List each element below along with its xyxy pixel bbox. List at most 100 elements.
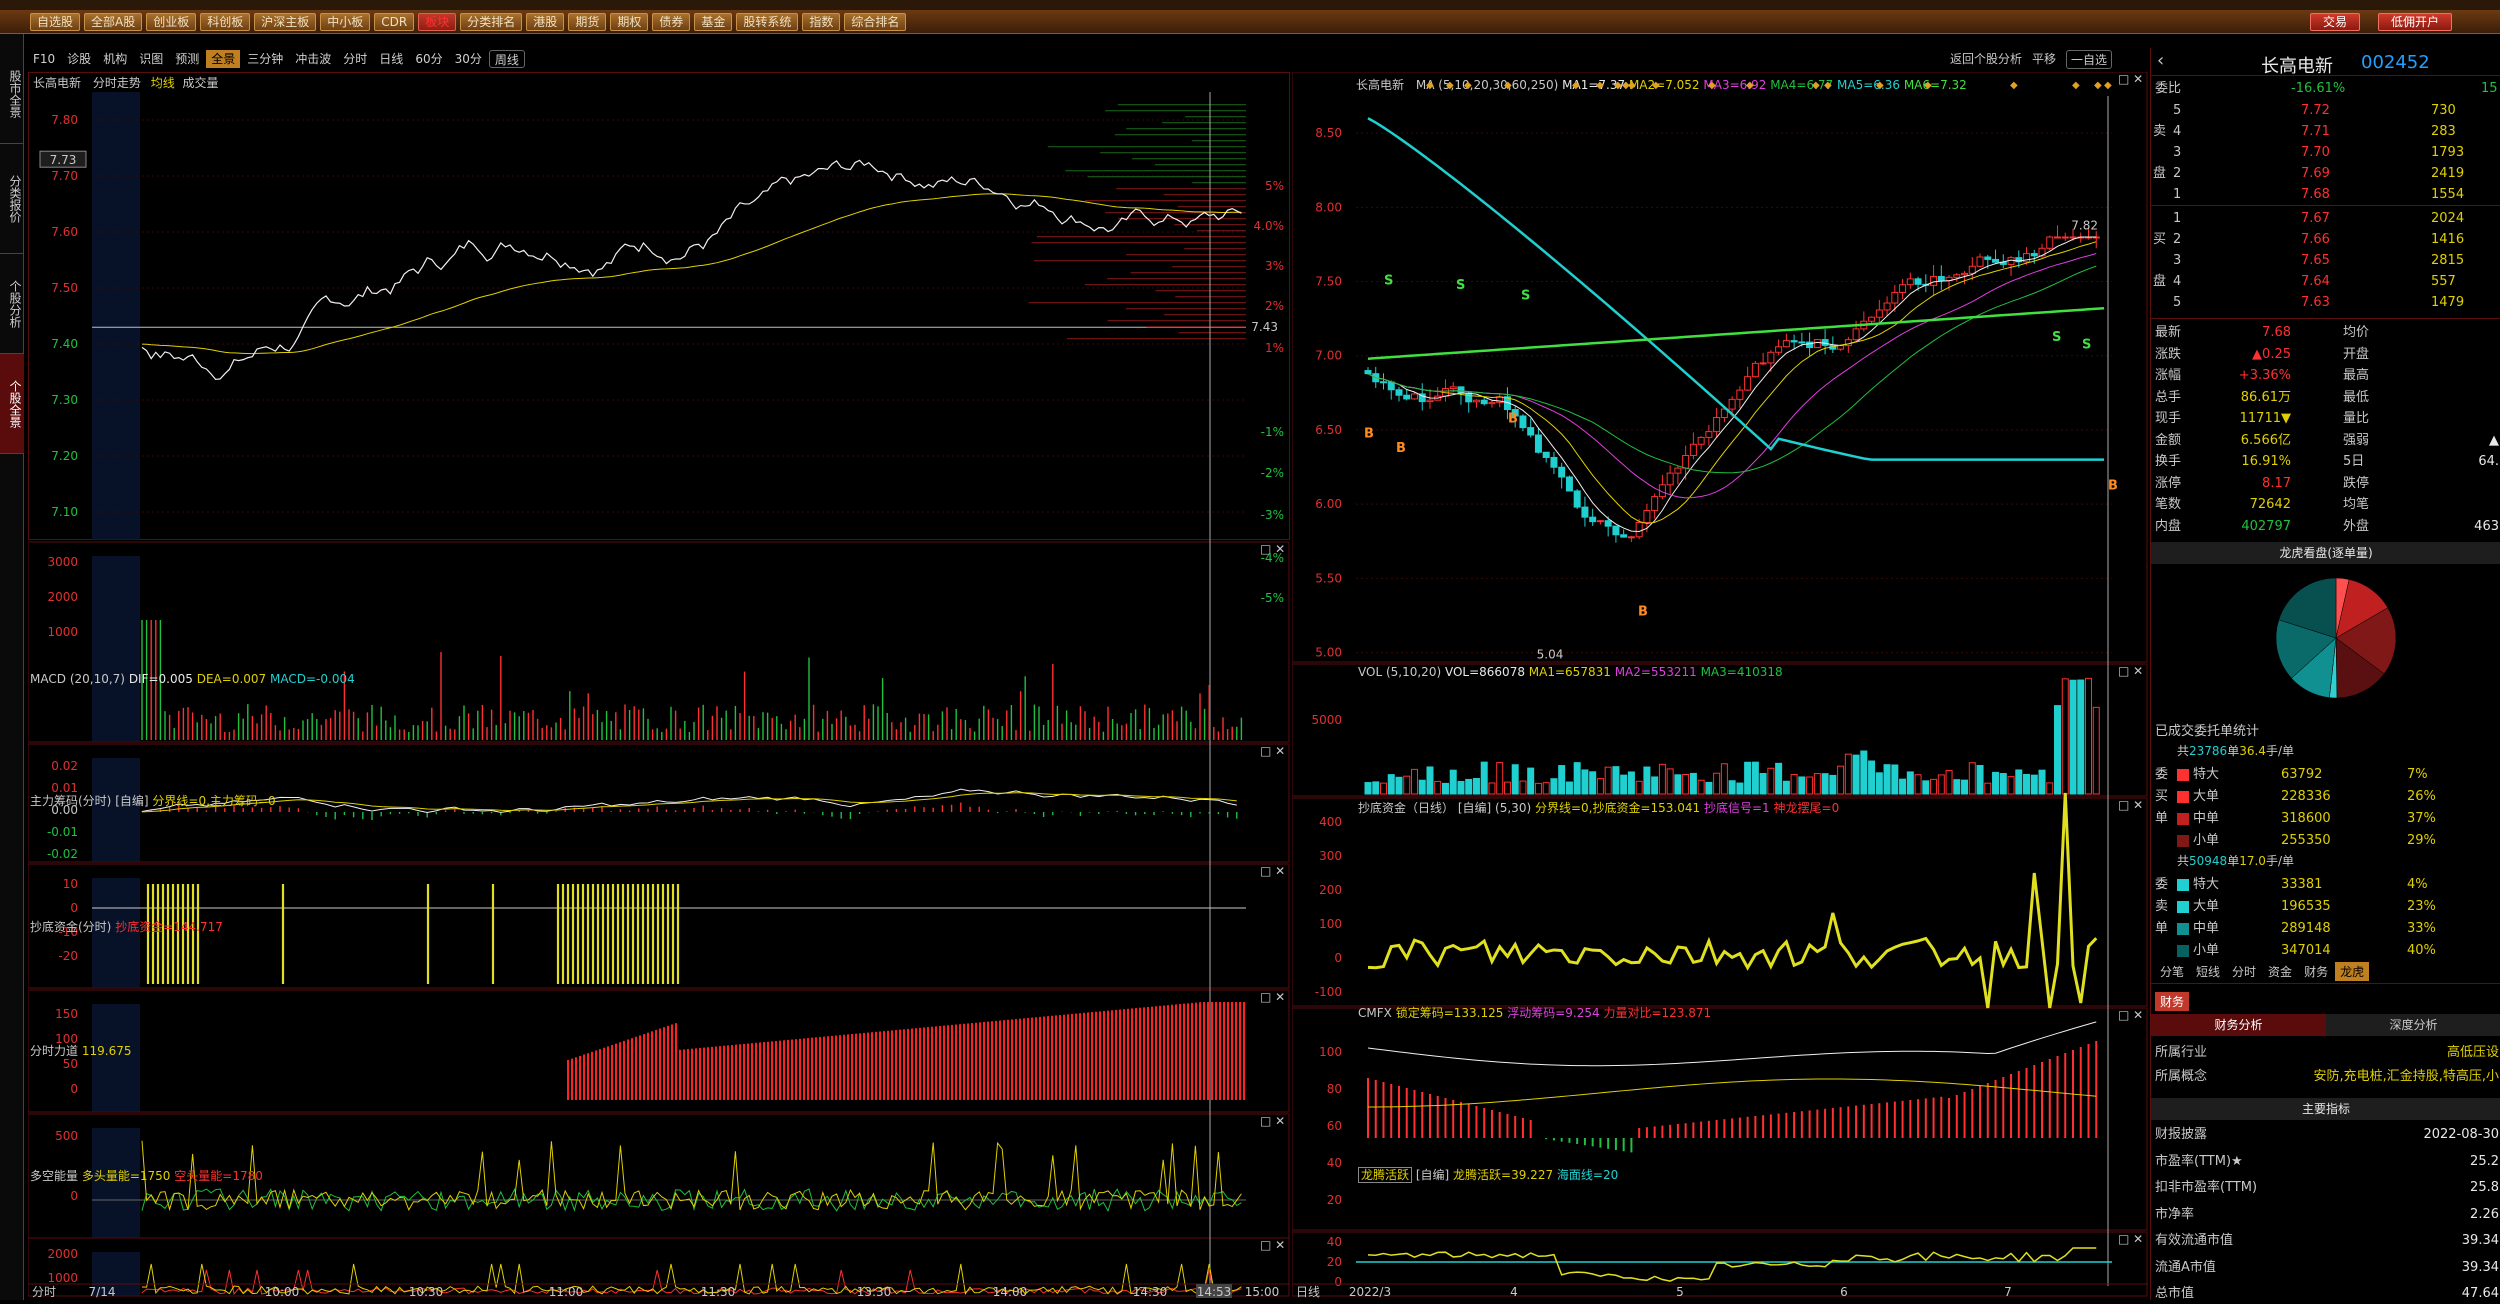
event-marker-icon[interactable]: ◆ <box>2104 80 2112 91</box>
event-marker-icon[interactable]: ◆ <box>1652 80 1660 91</box>
vtab-market[interactable]: 股市全景 <box>0 44 24 144</box>
quote-tab-3[interactable]: 资金 <box>2263 962 2297 981</box>
pane-controls-icon[interactable]: □ ✕ <box>1260 990 1285 1004</box>
event-marker-icon[interactable]: ◆ <box>1628 80 1636 91</box>
subbar-item-6[interactable]: 三分钟 <box>242 50 288 68</box>
subbar-item-0[interactable]: F10 <box>28 50 60 68</box>
sell-level[interactable]: 盘 2 7.69 2419 <box>2151 163 2500 184</box>
pane-controls-icon[interactable]: □ ✕ <box>1260 744 1285 758</box>
quote-tab-1[interactable]: 短线 <box>2191 962 2225 981</box>
pane-controls-icon[interactable]: □ ✕ <box>2118 1008 2143 1022</box>
metric-row: 市盈率(TTM)★ 25.2 <box>2155 1153 2499 1169</box>
subbar-item-3[interactable]: 识图 <box>134 50 168 68</box>
buy-level[interactable]: 盘 4 7.64 557 <box>2151 271 2500 292</box>
back-chevron-icon[interactable]: ‹ <box>2157 50 2164 71</box>
subbar-item-4[interactable]: 预测 <box>170 50 204 68</box>
pane-controls-icon[interactable]: □ ✕ <box>2118 664 2143 678</box>
toolbar-btn-13[interactable]: 基金 <box>694 12 733 31</box>
event-marker-icon[interactable]: ◆ <box>1746 80 1754 91</box>
pane-controls-icon[interactable]: □ ✕ <box>1260 1238 1285 1252</box>
pane-controls-icon[interactable]: □ ✕ <box>2118 72 2143 86</box>
subbar-item-12[interactable]: 周线 <box>488 50 525 68</box>
event-marker-icon[interactable]: ◆ <box>1876 80 1884 91</box>
candle-body <box>1620 534 1628 538</box>
event-marker-icon[interactable]: ◆ <box>1504 80 1512 91</box>
back-to-analysis-link[interactable]: 返回个股分析 <box>1950 50 2022 69</box>
sell-level[interactable]: 卖 4 7.71 283 <box>2151 121 2500 142</box>
toolbar-btn-16[interactable]: 综合排名 <box>844 12 907 31</box>
daily-vol-bar <box>1581 769 1589 795</box>
quote-tab-2[interactable]: 分时 <box>2227 962 2261 981</box>
toolbar-btn-15[interactable]: 指数 <box>802 12 841 31</box>
event-marker-icon[interactable]: ◆ <box>2010 80 2018 91</box>
event-marker-icon[interactable]: ◆ <box>1572 80 1580 91</box>
event-marker-icon[interactable]: ◆ <box>1464 80 1472 91</box>
toolbar-btn-3[interactable]: 科创板 <box>200 12 251 31</box>
toolbar-btn-7[interactable]: 板块 <box>418 12 457 31</box>
finance-tag[interactable]: 财务 <box>2155 992 2190 1011</box>
sell-level[interactable]: 3 7.70 1793 <box>2151 142 2500 163</box>
toolbar-btn-6[interactable]: CDR <box>374 12 415 31</box>
pane-controls-icon[interactable]: □ ✕ <box>1260 864 1285 878</box>
event-marker-icon[interactable]: ◆ <box>1824 80 1832 91</box>
toolbar-btn-14[interactable]: 股转系统 <box>736 12 799 31</box>
toolbar-btn-2[interactable]: 创业板 <box>146 12 197 31</box>
pan-link[interactable]: 平移 <box>2032 50 2056 69</box>
event-marker-icon[interactable]: ◆ <box>2072 80 2080 91</box>
subbar-item-1[interactable]: 诊股 <box>62 50 96 68</box>
event-marker-icon[interactable]: ◆ <box>1812 80 1820 91</box>
subbar-item-11[interactable]: 30分 <box>450 50 487 68</box>
buy-level[interactable]: 买 2 7.66 1416 <box>2151 229 2500 250</box>
signal-marker: B <box>2108 478 2118 493</box>
open-account-button[interactable]: 低佣开户 <box>2378 13 2453 31</box>
subbar-item-10[interactable]: 60分 <box>410 50 447 68</box>
candle-body <box>1976 256 1984 267</box>
buy-level[interactable]: 3 7.65 2815 <box>2151 250 2500 271</box>
subbar-item-9[interactable]: 日线 <box>374 50 408 68</box>
watchlist-dropdown[interactable]: 一自选 <box>2066 50 2113 69</box>
event-marker-icon[interactable]: ◆ <box>1708 80 1716 91</box>
buy-level[interactable]: 1 7.67 2024 <box>2151 208 2500 229</box>
vtab-stock-overview[interactable]: 个股全景 <box>0 354 24 454</box>
event-marker-icon[interactable]: ◆ <box>1596 80 1604 91</box>
pane-controls-icon[interactable]: □ ✕ <box>2118 1232 2143 1246</box>
toolbar-btn-5[interactable]: 中小板 <box>320 12 371 31</box>
event-marker-icon[interactable]: ◆ <box>2094 80 2102 91</box>
subbar-item-2[interactable]: 机构 <box>98 50 132 68</box>
intraday-chart[interactable]: □ ✕□ ✕□ ✕□ ✕□ ✕□ ✕7.807.707.607.507.407.… <box>28 72 1290 1300</box>
pane-controls-icon[interactable]: □ ✕ <box>1260 1114 1285 1128</box>
subbar-item-5[interactable]: 全景 <box>206 50 241 68</box>
vtab-stock-analysis[interactable]: 个股分析 <box>0 254 24 354</box>
subbar-item-7[interactable]: 冲击波 <box>290 50 336 68</box>
pane-controls-icon[interactable]: □ ✕ <box>2118 798 2143 812</box>
sell-level[interactable]: 1 7.68 1554 <box>2151 184 2500 205</box>
time-label: 14:00 <box>993 1285 1028 1299</box>
event-marker-icon[interactable]: ◆ <box>1426 80 1434 91</box>
toolbar-btn-8[interactable]: 分类排名 <box>460 12 523 31</box>
toolbar-btn-4[interactable]: 沪深主板 <box>254 12 317 31</box>
toolbar-btn-9[interactable]: 港股 <box>526 12 565 31</box>
fin-analysis-tab[interactable]: 财务分析 <box>2151 1014 2326 1036</box>
event-marker-icon[interactable]: ◆ <box>1924 80 1932 91</box>
vtab-classify[interactable]: 分类报价 <box>0 144 24 254</box>
sell-level[interactable]: 5 7.72 730 <box>2151 100 2500 121</box>
toolbar-btn-12[interactable]: 债券 <box>652 12 691 31</box>
toolbar-btn-1[interactable]: 全部A股 <box>84 12 143 31</box>
cd-tick: 50 <box>63 1057 78 1071</box>
subbar-item-8[interactable]: 分时 <box>338 50 372 68</box>
toolbar-btn-0[interactable]: 自选股 <box>30 12 81 31</box>
quote-tab-5[interactable]: 龙虎 <box>2335 962 2370 981</box>
toolbar-btn-10[interactable]: 期货 <box>568 12 607 31</box>
toolbar-btn-11[interactable]: 期权 <box>610 12 649 31</box>
candle-body <box>1403 394 1411 400</box>
deep-analysis-tab[interactable]: 深度分析 <box>2326 1014 2500 1036</box>
buy-level[interactable]: 5 7.63 1479 <box>2151 292 2500 313</box>
quote-tab-4[interactable]: 财务 <box>2299 962 2333 981</box>
trade-button[interactable]: 交易 <box>2310 13 2361 31</box>
daily-chart[interactable]: □ ✕ □ ✕ □ ✕ □ ✕ □ ✕ 8.50 8.00 7.50 7.00 6.50 6.00 5… <box>1292 72 2148 1300</box>
event-marker-icon[interactable]: ◆ <box>1446 80 1454 91</box>
event-marker-icon[interactable]: ◆ <box>1614 80 1622 91</box>
candle-body <box>1364 370 1372 375</box>
candle-body <box>1968 265 1976 274</box>
quote-tab-0[interactable]: 分笔 <box>2155 962 2189 981</box>
